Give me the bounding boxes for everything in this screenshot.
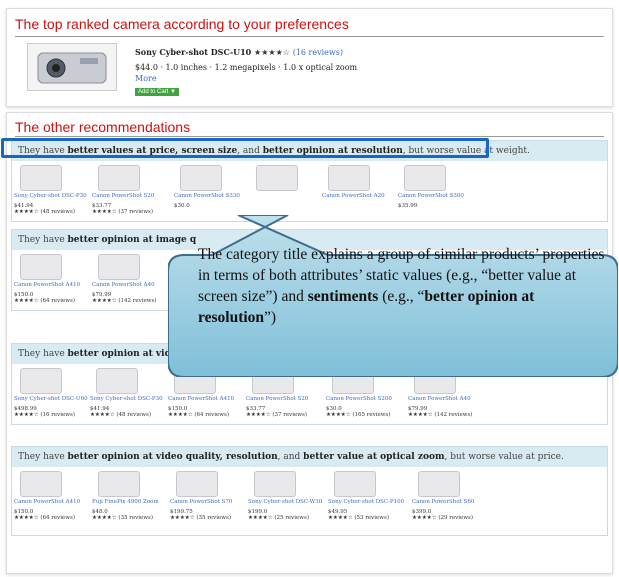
product-card[interactable]: Canon PowerShot S330 $30.0 xyxy=(174,165,244,209)
product-card[interactable] xyxy=(250,165,320,193)
camera-thumbnail-icon[interactable] xyxy=(20,165,62,191)
product-row: Canon PowerShot A410 $150.0 ★★★★☆ (64 revi… xyxy=(12,467,607,535)
highlight-box xyxy=(1,138,489,158)
product-card[interactable]: Canon PowerShot S70 $199.75 ★★★★☆ (35 revi… xyxy=(170,471,240,521)
callout-text-part: ”) xyxy=(264,309,277,326)
product-rating: ★★★★☆ (142 reviews) xyxy=(408,412,473,418)
product-name[interactable]: Canon PowerShot A20 xyxy=(322,193,392,200)
camera-thumbnail-icon[interactable] xyxy=(20,471,62,497)
product-name[interactable]: Sony Cyber-shot DSC-U60 xyxy=(14,396,88,403)
star-rating-icon: ★★★★☆ xyxy=(254,48,290,57)
product-card[interactable]: Canon PowerShot S20 $33.77 ★★★★☆ (37 revie… xyxy=(92,165,162,215)
product-rating: ★★★★☆ (35 reviews) xyxy=(92,515,153,521)
camera-thumbnail-icon[interactable] xyxy=(98,165,140,191)
group-title-text: They have xyxy=(18,349,68,359)
top-product-name-line: Sony Cyber-shot DSC-U10 ★★★★☆ (16 review… xyxy=(135,47,343,57)
product-card[interactable]: Sony Cyber-shot DSC-P30 $41.94 ★★★★☆ (48 r… xyxy=(90,368,163,418)
product-name[interactable]: Sony Cyber-shot DSC-W30 xyxy=(248,499,322,506)
group-title: They have better opinion at video qualit… xyxy=(12,447,607,467)
product-rating: ★★★★☆ (37 reviews) xyxy=(92,209,153,215)
camera-thumbnail-icon[interactable] xyxy=(98,254,140,280)
divider xyxy=(15,36,604,37)
product-name[interactable]: Canon PowerShot A410 xyxy=(168,396,238,403)
camera-thumbnail-icon[interactable] xyxy=(256,165,298,191)
top-ranked-title: The top ranked camera according to your … xyxy=(15,16,349,32)
product-name[interactable]: Fuji FinePix 4900 Zoom xyxy=(92,499,162,506)
product-card[interactable]: Fuji FinePix 4900 Zoom $48.0 ★★★★☆ (35 rev… xyxy=(92,471,162,521)
product-rating: ★★★★☆ (16 reviews) xyxy=(14,412,75,418)
top-product-description: $44.0 · 1.0 inches · 1.2 megapixels · 1.… xyxy=(135,63,358,72)
callout-bold: sentiments xyxy=(307,288,379,305)
product-card[interactable]: Sony Cyber-shot DSC-U60 $498.99 ★★★★☆ (16 … xyxy=(14,368,88,418)
product-rating: ★★★★☆ (35 reviews) xyxy=(170,515,231,521)
product-name[interactable]: Canon PowerShot S200 xyxy=(326,396,396,403)
product-rating: ★★★★☆ (64 reviews) xyxy=(168,412,229,418)
product-price: $35.99 xyxy=(398,203,418,209)
product-rating: ★★★★☆ (25 reviews) xyxy=(248,515,309,521)
camera-thumbnail-icon[interactable] xyxy=(27,43,117,91)
product-name[interactable]: Canon PowerShot S20 xyxy=(92,193,162,200)
product-rating: ★★★★☆ (142 reviews) xyxy=(92,298,157,304)
product-card[interactable]: Canon PowerShot A410 $150.0 ★★★★☆ (64 revi… xyxy=(14,471,84,521)
top-ranked-panel: The top ranked camera according to your … xyxy=(6,8,613,107)
camera-thumbnail-icon[interactable] xyxy=(254,471,296,497)
camera-thumbnail-icon[interactable] xyxy=(418,471,460,497)
product-card[interactable]: Canon PowerShot A20 xyxy=(322,165,392,200)
camera-thumbnail-icon[interactable] xyxy=(20,368,62,394)
callout-text: The category title explains a group of s… xyxy=(198,244,608,328)
product-rating: ★★★★☆ (29 reviews) xyxy=(412,515,473,521)
group-title-text: , but worse value at price. xyxy=(444,452,564,462)
top-product-name[interactable]: Sony Cyber-shot DSC-U10 xyxy=(135,47,251,57)
product-name[interactable]: Canon PowerShot S300 xyxy=(398,193,468,200)
product-name[interactable]: Canon PowerShot S330 xyxy=(174,193,244,200)
product-rating: ★★★★☆ (37 reviews) xyxy=(246,412,307,418)
product-name[interactable]: Canon PowerShot A410 xyxy=(14,499,84,506)
camera-thumbnail-icon[interactable] xyxy=(404,165,446,191)
product-row: Sony Cyber-shot DSC-P30 $41.94 ★★★★☆ (48 r… xyxy=(12,161,607,221)
product-name[interactable]: Sony Cyber-shot DSC-P30 xyxy=(14,193,87,200)
callout-text-part: (e.g., “ xyxy=(378,288,425,305)
product-rating: ★★★★☆ (48 reviews) xyxy=(90,412,151,418)
more-link[interactable]: More xyxy=(135,74,157,83)
camera-thumbnail-icon[interactable] xyxy=(96,368,138,394)
group-title-text: , and xyxy=(277,452,304,462)
other-recommendations-title: The other recommendations xyxy=(15,119,191,135)
product-name[interactable]: Canon PowerShot S60 xyxy=(412,499,482,506)
product-rating: ★★★★☆ (53 reviews) xyxy=(328,515,389,521)
recommendation-group-4: They have better opinion at video qualit… xyxy=(11,446,608,536)
reviews-link[interactable]: (16 reviews) xyxy=(293,48,343,57)
camera-thumbnail-icon[interactable] xyxy=(180,165,222,191)
camera-thumbnail-icon[interactable] xyxy=(176,471,218,497)
product-rating: ★★★★☆ (165 reviews) xyxy=(326,412,391,418)
product-name[interactable]: Canon PowerShot S70 xyxy=(170,499,240,506)
group-title-bold: better opinion at video quality, resolut… xyxy=(67,452,278,462)
camera-thumbnail-icon[interactable] xyxy=(334,471,376,497)
product-name[interactable]: Canon PowerShot A410 xyxy=(14,282,84,289)
product-name[interactable]: Canon PowerShot A40 xyxy=(92,282,162,289)
group-title-text: They have xyxy=(18,235,68,245)
product-card[interactable]: Canon PowerShot S300 $35.99 xyxy=(398,165,468,209)
add-to-cart-button[interactable]: Add to Cart ▼ xyxy=(135,88,179,96)
product-name[interactable]: Canon PowerShot S20 xyxy=(246,396,316,403)
product-name[interactable]: Sony Cyber-shot DSC-P100 xyxy=(328,499,404,506)
product-rating: ★★★★☆ (64 reviews) xyxy=(14,515,75,521)
product-card[interactable]: Sony Cyber-shot DSC-P100 $49.95 ★★★★☆ (53 … xyxy=(328,471,404,521)
product-card[interactable]: Canon PowerShot A40 $79.99 ★★★★☆ (142 revi… xyxy=(92,254,162,304)
divider xyxy=(15,136,604,137)
product-card[interactable]: Sony Cyber-shot DSC-P30 $41.94 ★★★★☆ (48 r… xyxy=(14,165,87,215)
camera-thumbnail-icon[interactable] xyxy=(328,165,370,191)
product-rating: ★★★★☆ (48 reviews) xyxy=(14,209,75,215)
product-card[interactable]: Sony Cyber-shot DSC-W30 $199.0 ★★★★☆ (25 r… xyxy=(248,471,322,521)
product-price: $30.0 xyxy=(174,203,190,209)
group-title-text: They have xyxy=(18,452,68,462)
product-name[interactable]: Canon PowerShot A40 xyxy=(408,396,478,403)
product-name[interactable]: Sony Cyber-shot DSC-P30 xyxy=(90,396,163,403)
camera-thumbnail-icon[interactable] xyxy=(20,254,62,280)
product-rating: ★★★★☆ (64 reviews) xyxy=(14,298,75,304)
product-card[interactable]: Canon PowerShot S60 $399.0 ★★★★☆ (29 revie… xyxy=(412,471,482,521)
product-card[interactable]: Canon PowerShot A410 $150.0 ★★★★☆ (64 revi… xyxy=(14,254,84,304)
group-title-bold: better value at optical zoom xyxy=(303,452,445,462)
camera-thumbnail-icon[interactable] xyxy=(98,471,140,497)
